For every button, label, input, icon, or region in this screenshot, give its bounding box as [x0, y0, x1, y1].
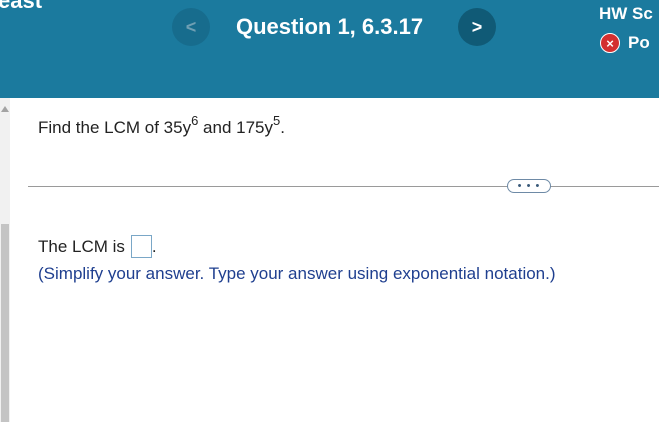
header-bar: east < Question 1, 6.3.17 > HW Sc × Po — [0, 0, 659, 98]
scrollbar-thumb[interactable] — [1, 224, 9, 422]
incorrect-x-icon: × — [600, 33, 620, 53]
section-divider — [28, 186, 659, 187]
next-question-button[interactable]: > — [458, 8, 496, 46]
status-label: Po — [628, 33, 650, 52]
answer-label: The LCM is — [38, 236, 125, 256]
question-middle: and 175y — [198, 118, 273, 137]
answer-suffix: . — [151, 236, 157, 256]
answer-line: The LCM is . — [38, 235, 157, 258]
homework-title: HW Sc — [599, 4, 653, 23]
chevron-right-icon: > — [471, 16, 483, 37]
answer-input[interactable] — [130, 235, 152, 258]
question-prefix: Find the LCM of 35y — [38, 118, 192, 137]
more-options-button[interactable]: • • • — [507, 179, 551, 193]
question-text: Find the LCM of 35y6 and 175y5. — [38, 114, 285, 138]
scroll-up-arrow-icon[interactable] — [1, 106, 9, 112]
previous-question-button[interactable]: < — [172, 8, 210, 46]
truncated-title: east — [0, 0, 43, 13]
question-title: Question 1, 6.3.17 — [236, 14, 424, 39]
score-status: × Po — [600, 33, 650, 53]
question-suffix: . — [280, 118, 285, 137]
chevron-left-icon: < — [185, 16, 197, 37]
answer-instructions: (Simplify your answer. Type your answer … — [38, 264, 556, 283]
